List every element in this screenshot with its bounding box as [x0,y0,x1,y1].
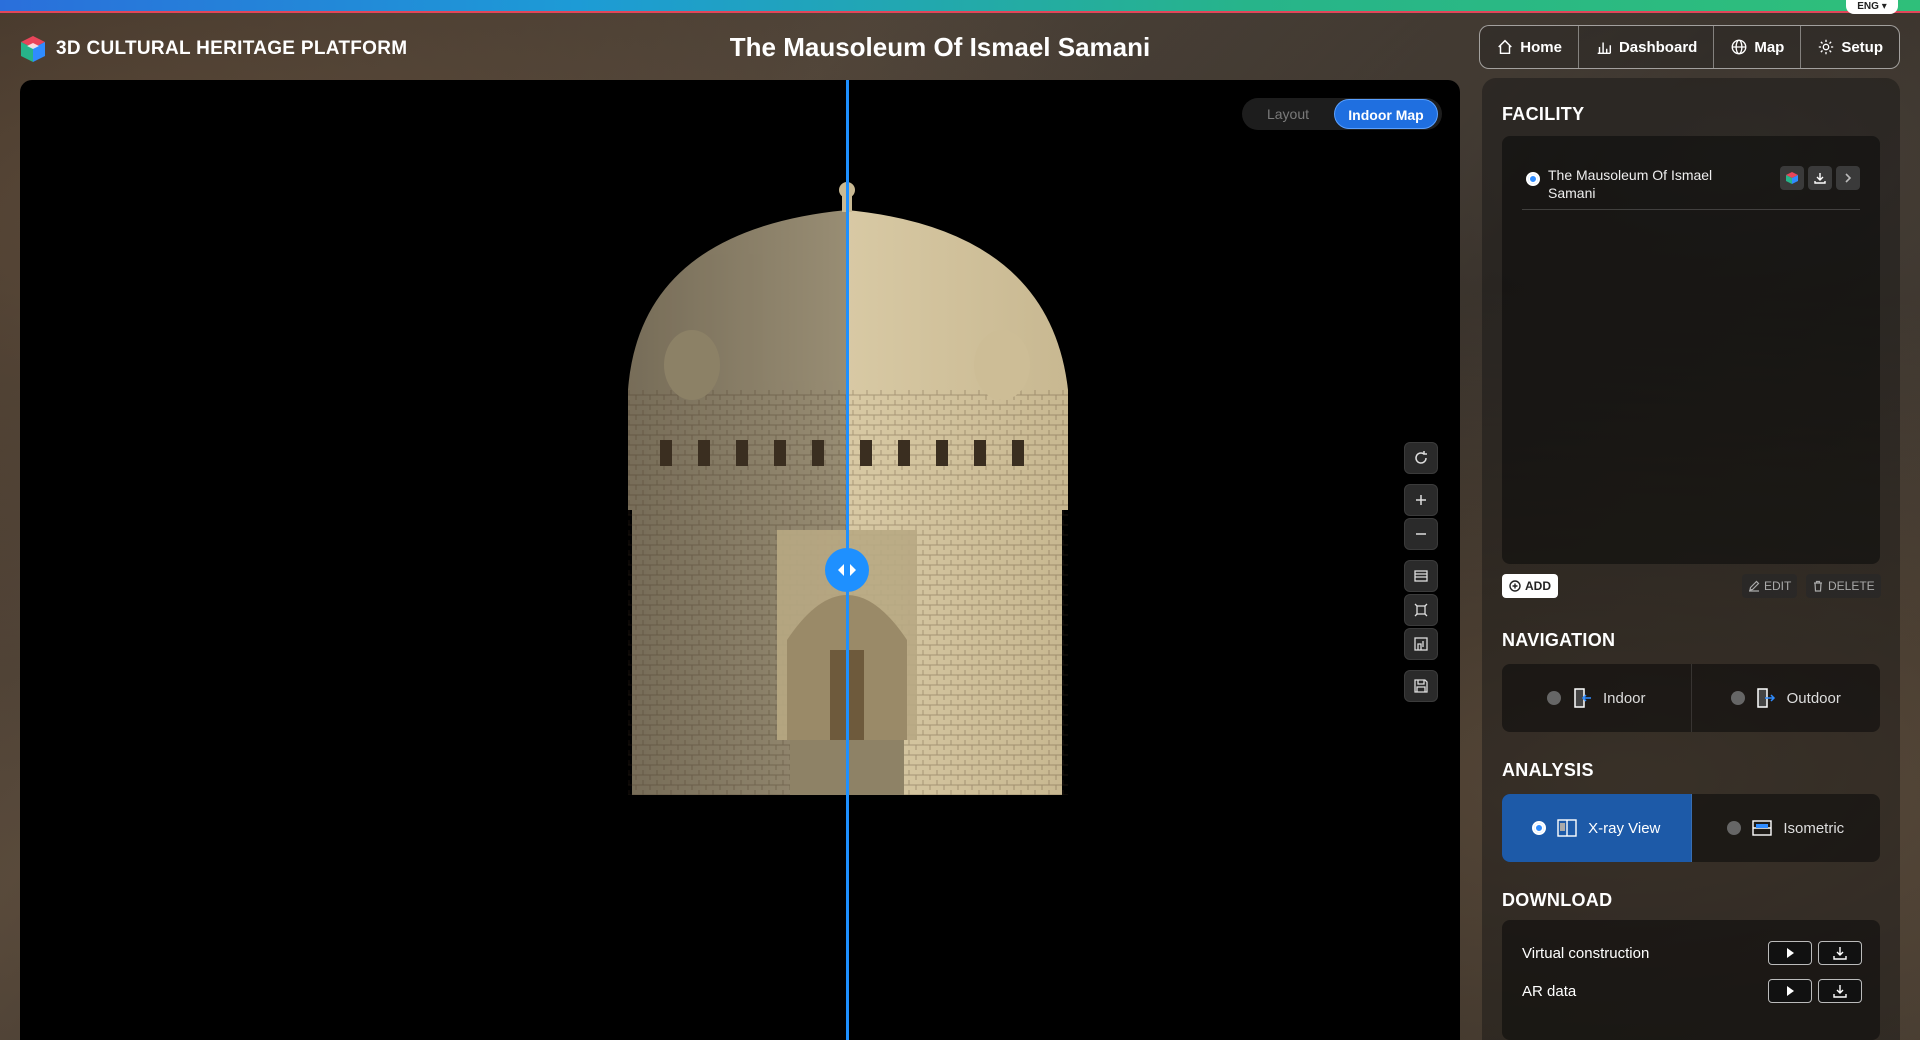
facility-item-name: The Mausoleum Of Ismael Samani [1548,167,1713,201]
play-button[interactable] [1768,941,1812,965]
delete-facility-button[interactable]: DELETE [1806,574,1881,598]
nav-map[interactable]: Map [1714,26,1802,68]
xray-radio[interactable] [1532,821,1547,835]
download-icon [1814,173,1826,184]
isometric-icon [1752,820,1773,836]
nav-option-outdoor[interactable]: Outdoor [1692,664,1881,732]
indoor-radio[interactable] [1546,691,1561,705]
nav-option-indoor[interactable]: Indoor [1502,664,1692,732]
main-nav: Home Dashboard Map Setup [1479,25,1900,69]
chevron-right-icon [1845,173,1852,183]
nav-home-label: Home [1520,38,1562,56]
download-icon [1833,947,1847,960]
nav-setup[interactable]: Setup [1801,26,1899,68]
facility-title: FACILITY [1502,104,1585,124]
top-color-strip [0,0,1920,13]
home-icon [1498,39,1513,55]
layers-icon [1414,570,1428,582]
analysis-options: X-ray View Isometric [1502,794,1880,862]
download-row: AR data [1522,978,1862,1004]
outdoor-label: Outdoor [1786,689,1841,707]
view-3d-button[interactable] [1780,166,1804,190]
facility-detail-button[interactable] [1836,166,1860,190]
toggle-indoor-map[interactable]: Indoor Map [1334,99,1438,129]
facility-download-button[interactable] [1808,166,1832,190]
isometric-radio[interactable] [1727,821,1742,835]
facility-list: The Mausoleum Of Ismael Samani [1502,136,1880,564]
facility-item-actions [1780,166,1860,190]
play-icon [1787,986,1794,996]
rotate-button[interactable] [1404,442,1438,474]
download-row: Virtual construction [1522,940,1862,966]
download-title: DOWNLOAD [1502,890,1613,910]
mausoleum-model[interactable] [20,80,1460,1040]
plus-circle-icon [1509,580,1521,592]
facility-item[interactable]: The Mausoleum Of Ismael Samani [1522,164,1860,210]
isometric-label: Isometric [1783,819,1845,837]
gear-icon [1819,39,1834,55]
zoom-out-button[interactable] [1404,518,1438,550]
play-button[interactable] [1768,979,1812,1003]
3d-viewer[interactable]: Layout Indoor Map [20,80,1460,1040]
language-select[interactable]: ENG ▾ [1846,0,1898,14]
edit-facility-button[interactable]: EDIT [1742,574,1798,598]
outdoor-radio[interactable] [1730,691,1745,705]
analysis-option-isometric[interactable]: Isometric [1692,794,1881,862]
add-facility-button[interactable]: ADD [1502,574,1558,598]
save-icon [1414,679,1428,693]
download-label: AR data [1522,982,1577,1000]
nav-map-label: Map [1754,38,1785,56]
navigation-options: Indoor Outdoor [1502,664,1880,732]
viewer-toolbar [1404,442,1438,704]
minus-icon [1416,533,1426,535]
add-label: ADD [1525,579,1551,593]
nav-setup-label: Setup [1841,38,1883,56]
nav-home[interactable]: Home [1480,26,1579,68]
door-exit-icon [1756,688,1775,708]
indoor-label: Indoor [1602,689,1646,707]
navigation-title: NAVIGATION [1502,630,1616,650]
right-sidebar: FACILITY The Mausoleum Of Ismael Samani … [1482,78,1900,1040]
zoom-in-button[interactable] [1404,484,1438,516]
fit-extent-button[interactable] [1404,594,1438,626]
floor-plan-button[interactable] [1404,628,1438,660]
edit-label: EDIT [1764,579,1792,593]
nav-dashboard[interactable]: Dashboard [1579,26,1715,68]
view-mode-toggle[interactable]: Layout Indoor Map [1242,98,1442,130]
download-button[interactable] [1818,979,1862,1003]
plus-icon [1416,495,1426,505]
download-label: Virtual construction [1522,944,1650,962]
analysis-option-xray[interactable]: X-ray View [1502,794,1692,862]
globe-icon [1731,39,1747,55]
download-icon [1833,985,1847,998]
building-icon [1414,637,1428,651]
door-enter-icon [1574,688,1591,708]
download-list: Virtual construction AR data [1502,920,1880,1040]
xray-label: X-ray View [1588,819,1661,837]
save-button[interactable] [1404,670,1438,702]
bar-chart-icon [1597,42,1611,55]
pencil-icon [1749,580,1760,592]
trash-icon [1814,580,1822,592]
play-icon [1787,948,1794,958]
download-button[interactable] [1818,941,1862,965]
layers-button[interactable] [1404,560,1438,592]
xray-icon [1557,819,1577,837]
nav-dashboard-label: Dashboard [1618,38,1698,56]
toggle-layout[interactable]: Layout [1242,106,1334,122]
rotate-icon [1415,451,1427,464]
header: 3D CULTURAL HERITAGE PLATFORM The Mausol… [0,14,1920,80]
facility-radio[interactable] [1526,172,1540,186]
cube-icon [1786,172,1798,184]
delete-label: DELETE [1828,579,1875,593]
fit-extent-icon [1414,603,1428,617]
analysis-title: ANALYSIS [1502,760,1594,780]
